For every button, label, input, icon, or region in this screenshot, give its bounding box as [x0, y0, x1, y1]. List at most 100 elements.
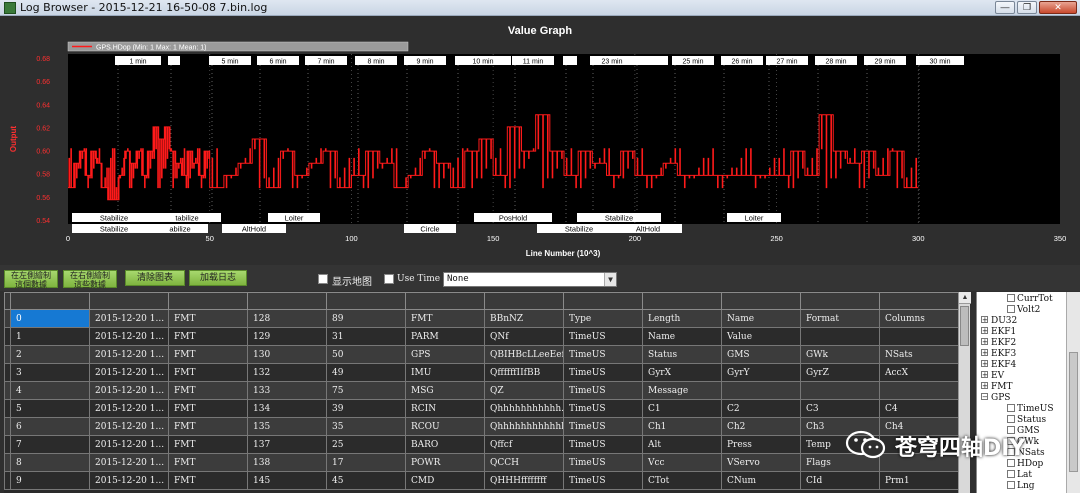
tree-item[interactable]: + DU32 — [981, 316, 1017, 327]
column-header[interactable] — [800, 292, 880, 310]
table-cell[interactable] — [721, 381, 801, 400]
table-cell[interactable]: 89 — [326, 309, 406, 328]
table-cell[interactable]: GyrZ — [800, 363, 880, 382]
table-cell[interactable]: 145 — [247, 471, 327, 490]
table-cell[interactable]: 132 — [247, 363, 327, 382]
table-cell[interactable]: BARO — [405, 435, 485, 454]
table-cell[interactable]: 135 — [247, 417, 327, 436]
table-cell[interactable]: CMD — [405, 471, 485, 490]
tree-item[interactable]: + EKF2 — [981, 338, 1016, 349]
table-cell[interactable]: QffffffIIfBB — [484, 363, 564, 382]
table-cell[interactable]: RCOU — [405, 417, 485, 436]
table-cell[interactable]: GPS — [405, 345, 485, 364]
table-cell[interactable] — [879, 381, 970, 400]
table-cell[interactable]: 2015-12-20 1... — [89, 381, 169, 400]
table-cell[interactable]: TimeUS — [563, 399, 643, 418]
value-graph-panel[interactable]: Value Graph 1 min 5 min 6 min 7 min 8 min 9 m… — [0, 16, 1080, 265]
table-cell[interactable]: 2015-12-20 1... — [89, 399, 169, 418]
table-cell[interactable]: Type — [563, 309, 643, 328]
table-row[interactable]: 4 2015-12-20 1... FMT 133 75 MSG QZ TimeUS Messa… — [4, 381, 970, 400]
expand-icon[interactable]: + — [981, 316, 988, 324]
table-row[interactable]: 8 2015-12-20 1... FMT 138 17 POWR QCCH TimeUS Vc… — [4, 453, 970, 472]
log-data-grid[interactable]: 0 2015-12-20 1... FMT 128 89 FMT BBnNZ Type Leng… — [4, 292, 970, 493]
table-cell[interactable]: Length — [642, 309, 722, 328]
table-cell[interactable]: TimeUS — [563, 453, 643, 472]
table-cell[interactable]: TimeUS — [563, 471, 643, 490]
table-cell[interactable]: GyrX — [642, 363, 722, 382]
table-cell[interactable]: 39 — [326, 399, 406, 418]
table-cell[interactable]: 5 — [10, 399, 90, 418]
table-cell[interactable]: TimeUS — [563, 327, 643, 346]
tree-item[interactable]: Lat — [1007, 470, 1032, 481]
title-bar[interactable]: Log Browser - 2015-12-21 16-50-08 7.bin.… — [0, 0, 1080, 16]
table-cell[interactable]: 138 — [247, 453, 327, 472]
table-cell[interactable]: Qhhhhhhhhhhh... — [484, 399, 564, 418]
table-cell[interactable]: 9 — [10, 471, 90, 490]
table-cell[interactable]: FMT — [168, 453, 248, 472]
plot-right-button[interactable]: 在右側繪制 這些數據 — [63, 270, 117, 289]
column-header[interactable] — [247, 292, 327, 310]
tree-item[interactable]: − GPS — [981, 393, 1010, 404]
table-cell[interactable]: Vcc — [642, 453, 722, 472]
table-cell[interactable]: 2015-12-20 1... — [89, 309, 169, 328]
table-cell[interactable]: FMT — [168, 471, 248, 490]
table-cell[interactable]: QNf — [484, 327, 564, 346]
table-cell[interactable]: C1 — [642, 399, 722, 418]
table-cell[interactable]: 45 — [326, 471, 406, 490]
column-header[interactable] — [168, 292, 248, 310]
table-cell[interactable]: FMT — [168, 309, 248, 328]
time-select[interactable]: None ▼ — [443, 272, 617, 287]
expand-icon[interactable]: + — [981, 338, 988, 346]
clear-graph-button[interactable]: 清除图表 — [125, 270, 185, 286]
table-cell[interactable]: Columns — [879, 309, 970, 328]
table-cell[interactable]: QHHHffffffff — [484, 471, 564, 490]
table-cell[interactable]: PARM — [405, 327, 485, 346]
table-cell[interactable]: Status — [642, 345, 722, 364]
table-cell[interactable]: 137 — [247, 435, 327, 454]
table-cell[interactable]: 130 — [247, 345, 327, 364]
table-cell[interactable]: 49 — [326, 363, 406, 382]
field-checkbox[interactable] — [1007, 294, 1015, 302]
table-cell[interactable]: 7 — [10, 435, 90, 454]
close-button[interactable]: ✕ — [1039, 1, 1077, 14]
table-cell[interactable]: 133 — [247, 381, 327, 400]
tree-item[interactable]: CurrTot — [1007, 294, 1053, 305]
table-row[interactable]: 0 2015-12-20 1... FMT 128 89 FMT BBnNZ Type Leng… — [4, 309, 970, 328]
table-row[interactable]: 9 2015-12-20 1... FMT 145 45 CMD QHHHffffffff T… — [4, 471, 970, 490]
table-cell[interactable] — [800, 327, 880, 346]
table-cell[interactable]: 0 — [10, 309, 90, 328]
table-cell[interactable]: Press — [721, 435, 801, 454]
tree-item[interactable]: + EV — [981, 371, 1004, 382]
table-row[interactable]: 7 2015-12-20 1... FMT 137 25 BARO Qffcf TimeUS A… — [4, 435, 970, 454]
chevron-down-icon[interactable]: ▼ — [604, 273, 616, 286]
table-cell[interactable]: Ch1 — [642, 417, 722, 436]
table-cell[interactable]: RCIN — [405, 399, 485, 418]
table-cell[interactable]: TimeUS — [563, 345, 643, 364]
tree-item[interactable]: Lng — [1007, 481, 1035, 492]
table-cell[interactable]: 31 — [326, 327, 406, 346]
table-cell[interactable]: FMT — [168, 345, 248, 364]
column-header[interactable] — [721, 292, 801, 310]
column-header[interactable] — [879, 292, 970, 310]
table-cell[interactable]: FMT — [168, 399, 248, 418]
tree-item[interactable]: Volt2 — [1007, 305, 1040, 316]
table-cell[interactable]: QBIHBcLLeeEefB — [484, 345, 564, 364]
table-cell[interactable]: 128 — [247, 309, 327, 328]
table-cell[interactable]: Message — [642, 381, 722, 400]
table-cell[interactable]: MSG — [405, 381, 485, 400]
field-checkbox[interactable] — [1007, 404, 1015, 412]
expand-icon[interactable]: + — [981, 327, 988, 335]
table-cell[interactable]: 50 — [326, 345, 406, 364]
table-cell[interactable]: 75 — [326, 381, 406, 400]
table-cell[interactable]: TimeUS — [563, 363, 643, 382]
expand-icon[interactable]: + — [981, 349, 988, 357]
table-cell[interactable]: 17 — [326, 453, 406, 472]
table-cell[interactable]: TimeUS — [563, 381, 643, 400]
table-cell[interactable]: AccX — [879, 363, 970, 382]
table-cell[interactable]: Value — [721, 327, 801, 346]
scroll-up-arrow-icon[interactable]: ▲ — [959, 292, 971, 304]
expand-icon[interactable]: + — [981, 360, 988, 368]
table-cell[interactable]: 2015-12-20 1... — [89, 363, 169, 382]
table-cell[interactable]: IMU — [405, 363, 485, 382]
table-cell[interactable]: 2015-12-20 1... — [89, 417, 169, 436]
